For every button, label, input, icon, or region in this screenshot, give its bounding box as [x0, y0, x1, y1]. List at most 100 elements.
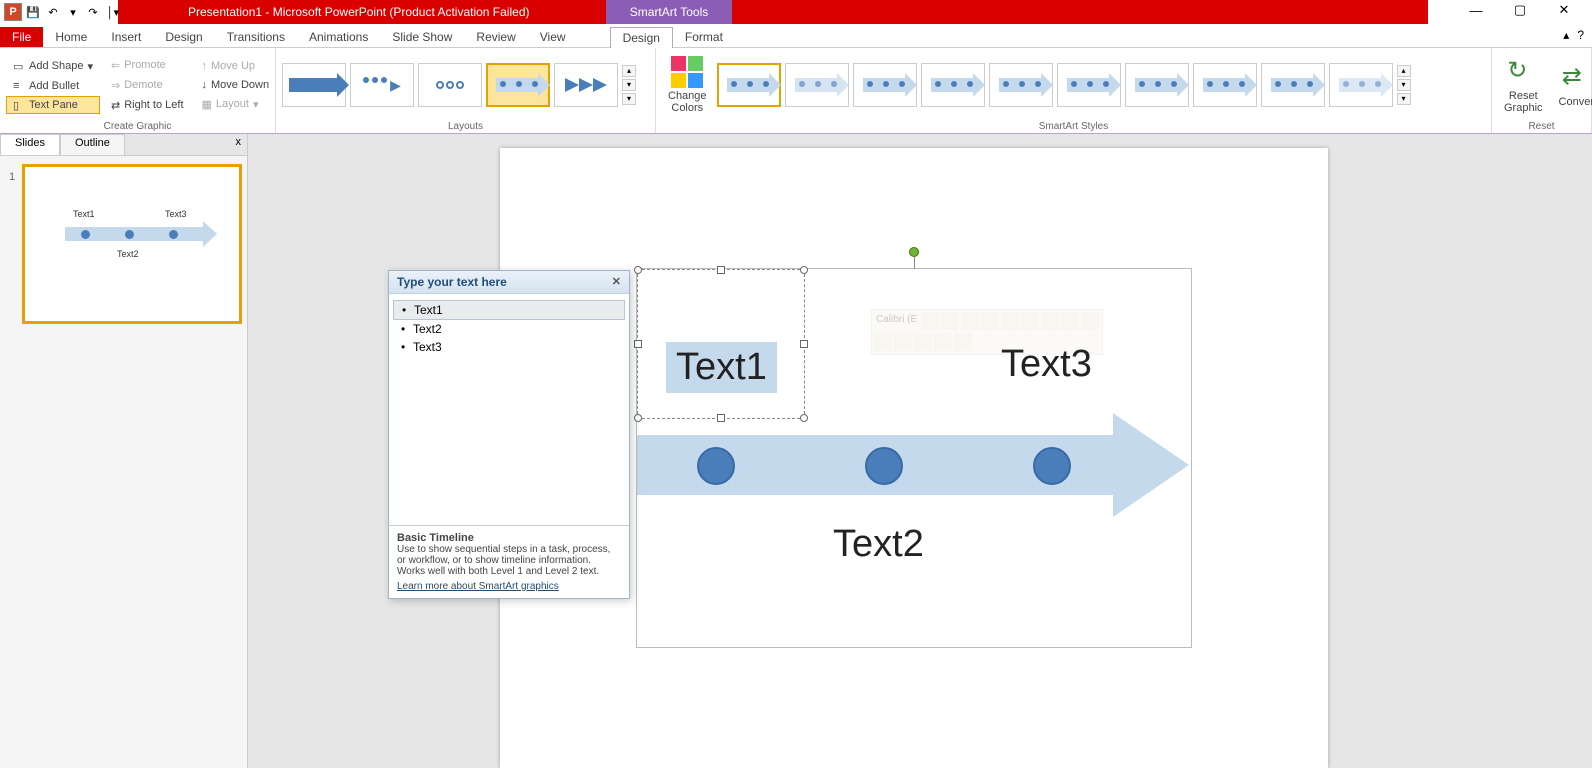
mini-toolbar-item[interactable]	[1041, 312, 1059, 330]
close-button[interactable]: ✕	[1554, 0, 1574, 20]
layout-option-3[interactable]	[418, 63, 482, 107]
timeline-dot-3[interactable]	[1033, 447, 1071, 485]
mini-toolbar-item[interactable]	[914, 333, 932, 351]
redo-icon[interactable]: ↷	[84, 3, 102, 21]
mini-toolbar-item[interactable]	[941, 312, 959, 330]
mini-toolbar-font: Calibri (E	[874, 312, 919, 331]
thumb-text3: Text3	[165, 209, 187, 219]
tab-view[interactable]: View	[528, 27, 578, 47]
tab-review[interactable]: Review	[464, 27, 527, 47]
style-option-1-selected[interactable]	[717, 63, 781, 107]
style-option-4[interactable]	[921, 63, 985, 107]
layouts-more[interactable]: ▾	[622, 93, 636, 105]
demote-button[interactable]: ⇒ Demote	[104, 76, 191, 95]
mini-toolbar-item[interactable]	[961, 312, 979, 330]
tab-insert[interactable]: Insert	[99, 27, 153, 47]
ribbon-help-icon[interactable]: ?	[1577, 28, 1584, 42]
layouts-scroll-down[interactable]: ▾	[622, 79, 636, 91]
minimize-button[interactable]: —	[1466, 0, 1486, 20]
style-option-9[interactable]	[1261, 63, 1325, 107]
tab-design[interactable]: Design	[153, 27, 214, 47]
group-reset-label: Reset	[1498, 120, 1585, 133]
save-icon[interactable]: 💾	[24, 3, 42, 21]
promote-button[interactable]: ⇐ Promote	[104, 56, 191, 75]
convert-button[interactable]: ⇄ Convert	[1553, 60, 1592, 110]
style-option-6[interactable]	[1057, 63, 1121, 107]
mini-toolbar-item[interactable]	[1001, 312, 1019, 330]
styles-scroll-up[interactable]: ▴	[1397, 65, 1411, 77]
smartart-object[interactable]: Text1 Calibri (E Text3	[636, 268, 1192, 648]
mini-toolbar-item[interactable]	[934, 333, 952, 351]
window-title: Presentation1 - Microsoft PowerPoint (Pr…	[118, 5, 529, 19]
style-option-10[interactable]	[1329, 63, 1393, 107]
qat-more-icon[interactable]: ▾	[64, 3, 82, 21]
style-option-5[interactable]	[989, 63, 1053, 107]
smartart-text1[interactable]: Text1	[666, 342, 777, 393]
slide-thumbnail-1[interactable]: 1 Text1 Text3 Text2	[22, 164, 242, 324]
mini-toolbar-item[interactable]	[1081, 312, 1099, 330]
timeline-dot-2[interactable]	[865, 447, 903, 485]
smartart-arrow[interactable]	[637, 435, 1191, 495]
tab-home[interactable]: Home	[43, 27, 99, 47]
layout-option-1[interactable]	[282, 63, 346, 107]
title-bar: Presentation1 - Microsoft PowerPoint (Pr…	[118, 0, 1428, 24]
styles-scroll-down[interactable]: ▾	[1397, 79, 1411, 91]
tab-animations[interactable]: Animations	[297, 27, 380, 47]
mini-toolbar-item[interactable]	[921, 312, 939, 330]
right-to-left-button[interactable]: ⇄ Right to Left	[104, 96, 191, 115]
text-pane-icon: ▯	[13, 99, 25, 111]
mini-toolbar-item[interactable]	[954, 333, 972, 351]
layout-option-4-selected[interactable]	[486, 63, 550, 107]
style-option-2[interactable]	[785, 63, 849, 107]
text-pane-window[interactable]: Type your text here ✕ Text1 Text2 Text3 …	[388, 270, 630, 599]
text-pane-item-2[interactable]: Text2	[393, 320, 625, 338]
tab-smartart-design[interactable]: Design	[610, 27, 673, 48]
change-colors-button[interactable]: Change Colors	[662, 54, 713, 116]
text-pane-info-desc: Use to show sequential steps in a task, …	[397, 544, 610, 577]
mini-toolbar-item[interactable]	[981, 312, 999, 330]
tab-slideshow[interactable]: Slide Show	[380, 27, 464, 47]
layouts-scroll-up[interactable]: ▴	[622, 65, 636, 77]
maximize-button[interactable]: ▢	[1510, 0, 1530, 20]
smartart-text2[interactable]: Text2	[833, 523, 924, 566]
tab-transitions[interactable]: Transitions	[215, 27, 297, 47]
text-pane-close-icon[interactable]: ✕	[612, 275, 621, 289]
outline-tab[interactable]: Outline	[60, 134, 125, 155]
slides-tab[interactable]: Slides	[0, 134, 60, 155]
move-up-button[interactable]: ↑ Move Up	[195, 57, 277, 75]
text-pane-item-3[interactable]: Text3	[393, 338, 625, 356]
convert-icon: ⇄	[1562, 62, 1592, 94]
qat-customize-icon[interactable]: │▾	[104, 3, 122, 21]
text-pane-button[interactable]: ▯Text Pane	[6, 96, 100, 114]
mini-toolbar-item[interactable]	[894, 333, 912, 351]
text-pane-learn-more-link[interactable]: Learn more about SmartArt graphics	[397, 581, 621, 592]
tab-smartart-format[interactable]: Format	[673, 27, 735, 47]
panel-close-button[interactable]: x	[230, 134, 248, 155]
layout-button[interactable]: ▦ Layout ▾	[195, 95, 277, 114]
add-shape-button[interactable]: ▭Add Shape ▾	[6, 57, 100, 76]
tab-file[interactable]: File	[0, 27, 43, 47]
text1-selection-box[interactable]: Text1	[637, 269, 805, 419]
layout-option-5[interactable]	[554, 63, 618, 107]
move-down-button[interactable]: ↓ Move Down	[195, 76, 277, 94]
timeline-dot-1[interactable]	[697, 447, 735, 485]
styles-more[interactable]: ▾	[1397, 93, 1411, 105]
add-bullet-icon: ≡	[13, 80, 25, 92]
rotation-handle[interactable]	[909, 247, 919, 257]
reset-graphic-button[interactable]: ↻ Reset Graphic	[1498, 54, 1549, 116]
text-pane-item-1[interactable]: Text1	[393, 300, 625, 320]
add-bullet-button[interactable]: ≡Add Bullet	[6, 77, 100, 95]
mini-toolbar-item[interactable]	[1061, 312, 1079, 330]
mini-toolbar-item[interactable]	[1021, 312, 1039, 330]
layout-option-2[interactable]: ▶	[350, 63, 414, 107]
mini-toolbar-item[interactable]	[874, 333, 892, 351]
smartart-text3[interactable]: Text3	[1001, 343, 1092, 386]
undo-icon[interactable]: ↶	[44, 3, 62, 21]
style-option-3[interactable]	[853, 63, 917, 107]
style-option-7[interactable]	[1125, 63, 1189, 107]
ribbon-collapse-icon[interactable]: ▴	[1563, 28, 1569, 42]
style-option-8[interactable]	[1193, 63, 1257, 107]
reset-graphic-icon: ↻	[1507, 56, 1539, 88]
promote-icon: ⇐	[111, 59, 120, 72]
group-styles-label: SmartArt Styles	[662, 120, 1485, 133]
